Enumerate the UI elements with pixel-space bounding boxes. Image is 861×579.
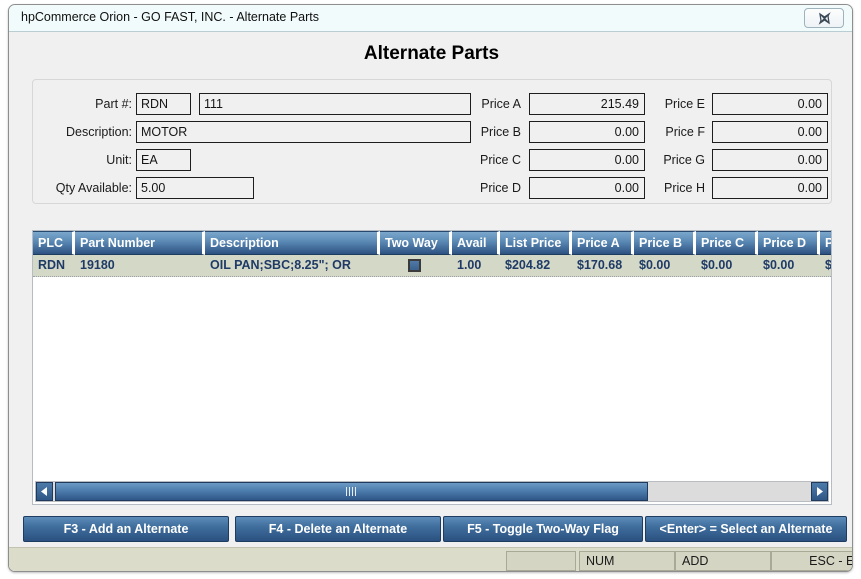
status-panel-2: NUM [579,551,675,571]
cell-price-d: $0.00 [763,258,795,272]
part-number-input[interactable] [199,93,471,115]
price-f-input[interactable] [712,121,828,143]
price-b-input[interactable] [529,121,645,143]
price-c-input[interactable] [529,149,645,171]
action-button-3[interactable]: F5 - Toggle Two-Way Flag [443,516,643,542]
close-button[interactable] [804,8,844,28]
client-area: Alternate Parts Part #: Description: Uni… [9,32,852,571]
cell-avail: 1.00 [457,258,482,272]
part-number-label: Part #: [95,97,132,111]
close-x-icon [818,11,831,25]
status-panel-4[interactable]: ESC - Exit [771,551,852,571]
description-label: Description: [66,125,132,139]
grid-column-header[interactable]: Price [820,231,831,255]
unit-input[interactable] [136,149,191,171]
price-e-label: Price E [664,97,705,111]
page-title: Alternate Parts [363,43,500,64]
horizontal-scrollbar[interactable] [35,481,829,502]
part-detail-panel: Part #: Description: Unit: Qty Available… [32,79,832,204]
price-c-label: Price C [480,153,521,167]
price-d-input[interactable] [529,177,645,199]
action-button-row: F3 - Add an Alternate F4 - Delete an Alte… [17,516,847,546]
status-panel-1 [506,551,576,571]
grip-lines-icon [346,487,357,496]
title-bar: hpCommerce Orion - GO FAST, INC. - Alter… [9,5,852,32]
price-a-label: Price A [481,97,521,111]
action-button-1[interactable]: F3 - Add an Alternate [23,516,229,542]
alternates-grid: PLC Part Number Description Two Way Avail Lis… [32,230,832,505]
price-e-input[interactable] [712,93,828,115]
cell-plc: RDN [38,258,66,272]
grid-column-header[interactable]: List Price [500,231,572,255]
grid-column-header[interactable]: Two Way [380,231,452,255]
scroll-right-arrow-icon[interactable] [811,482,828,501]
two-way-flag-cell[interactable] [380,255,452,276]
grid-column-header[interactable]: Avail [452,231,500,255]
qty-available-input[interactable] [136,177,254,199]
unit-label: Unit: [106,153,132,167]
qty-available-label: Qty Available: [55,181,132,195]
application-window: hpCommerce Orion - GO FAST, INC. - Alter… [8,4,853,572]
part-plc-input[interactable] [136,93,191,115]
table-row[interactable]: RDN 19180 OIL PAN;SBC;8.25"; OR 1.00 $204.82… [33,255,831,277]
grid-body: RDN 19180 OIL PAN;SBC;8.25"; OR 1.00 $204.82… [33,255,831,478]
scrollbar-thumb[interactable] [55,482,648,501]
price-h-label: Price H [664,181,705,195]
cell-list-price: $204.82 [505,258,551,272]
price-h-input[interactable] [712,177,828,199]
grid-column-header[interactable]: Price C [696,231,758,255]
grid-column-header[interactable]: Description [205,231,380,255]
cell-price-c: $0.00 [701,258,733,272]
description-input[interactable] [136,121,471,143]
action-button-2[interactable]: F4 - Delete an Alternate [235,516,441,542]
cell-price-e: $0.0 [820,255,831,276]
grid-column-header[interactable]: Price B [634,231,696,255]
cell-price-a: $170.68 [577,258,623,272]
price-b-label: Price B [480,125,521,139]
grid-header-row: PLC Part Number Description Two Way Avail Lis… [33,231,831,255]
grid-column-header[interactable]: PLC [33,231,75,255]
status-bar: NUMADDESC - Exit [9,547,852,571]
price-f-label: Price F [665,125,705,139]
window-title: hpCommerce Orion - GO FAST, INC. - Alter… [21,10,320,24]
grid-column-header[interactable]: Part Number [75,231,205,255]
action-button-4[interactable]: <Enter> = Select an Alternate [645,516,847,542]
scroll-left-arrow-icon[interactable] [36,482,53,501]
checked-square-icon[interactable] [408,259,421,272]
cell-part-number: 19180 [80,258,115,272]
price-g-input[interactable] [712,149,828,171]
cell-price-b: $0.00 [639,258,671,272]
price-d-label: Price D [480,181,521,195]
grid-column-header[interactable]: Price A [572,231,634,255]
grid-column-header[interactable]: Price D [758,231,820,255]
status-panel-3: ADD [675,551,771,571]
price-a-input[interactable] [529,93,645,115]
price-g-label: Price G [663,153,705,167]
cell-description: OIL PAN;SBC;8.25"; OR [210,258,351,272]
